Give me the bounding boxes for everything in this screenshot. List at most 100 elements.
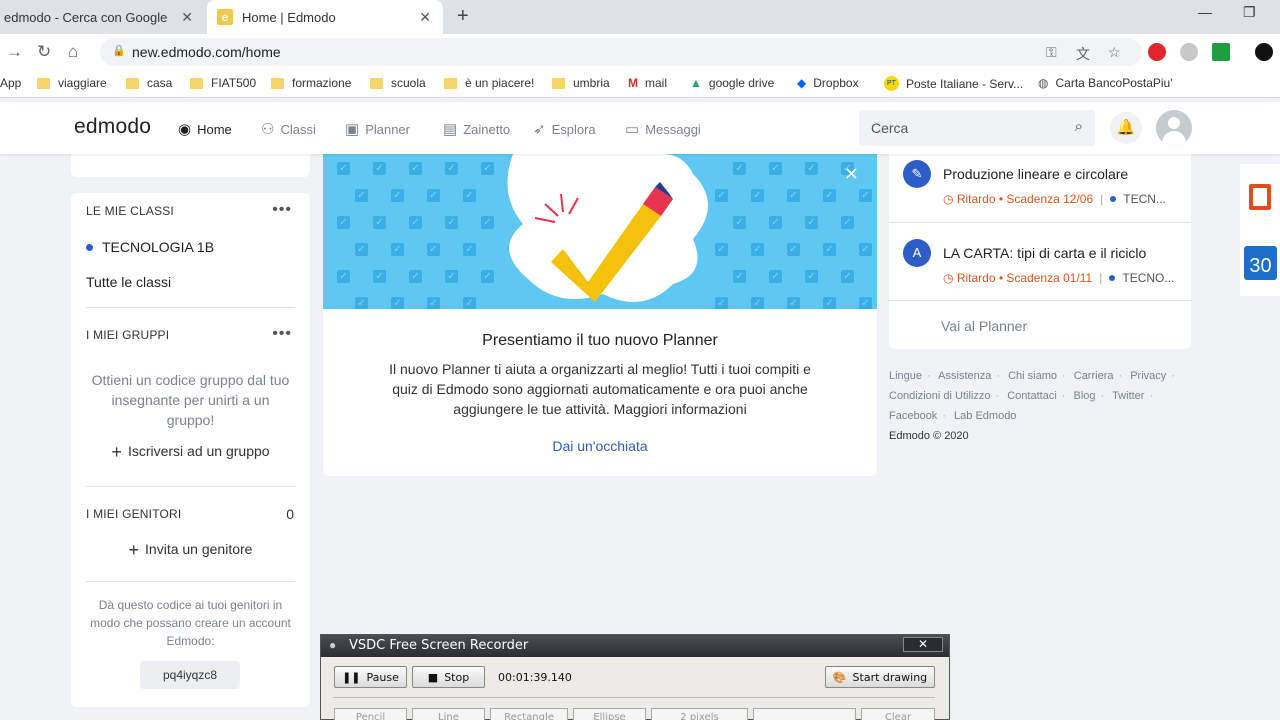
- notifications-icon[interactable]: 🔔: [1110, 112, 1142, 144]
- bookmark-folder[interactable]: scuola: [370, 76, 426, 90]
- class-item[interactable]: TECNOLOGIA 1B: [86, 239, 214, 255]
- restore-icon[interactable]: ❐: [1243, 4, 1256, 21]
- start-drawing-button[interactable]: 🎨 Start drawing: [825, 666, 935, 688]
- key-icon[interactable]: ⚿: [1046, 44, 1057, 61]
- browser-tab-edmodo[interactable]: e Home | Edmodo ✕: [207, 0, 443, 34]
- rectangle-tool[interactable]: Rectangle: [490, 708, 568, 720]
- planner-cta-link[interactable]: Dai un'occhiata: [323, 438, 877, 454]
- browser-tab-google[interactable]: edmodo - Cerca con Google ✕: [0, 0, 205, 34]
- pencil-tool[interactable]: Pencil: [334, 708, 407, 720]
- all-classes-link[interactable]: Tutte le classi: [86, 274, 171, 290]
- planner-illustration: [507, 154, 708, 302]
- pause-button[interactable]: ❚❚ Pause: [334, 666, 407, 688]
- join-group-link[interactable]: + Iscriversi ad un gruppo: [71, 442, 310, 463]
- footer-link[interactable]: Condizioni di Utilizzo: [889, 390, 991, 402]
- home-globe-icon: ◉: [178, 121, 192, 138]
- stroke-width-select[interactable]: 2 pixels: [651, 708, 748, 720]
- forward-icon[interactable]: →: [6, 42, 23, 62]
- nav-planner[interactable]: ▣ Planner: [345, 120, 410, 138]
- star-icon[interactable]: ☆: [1108, 44, 1121, 61]
- footer-link[interactable]: Carriera: [1074, 370, 1114, 382]
- opera-extension-icon[interactable]: [1148, 43, 1166, 61]
- home-icon[interactable]: ⌂: [68, 42, 78, 62]
- assignment-title: LA CARTA: tipi di carta e il riciclo: [943, 245, 1147, 261]
- parents-count: 0: [286, 506, 294, 522]
- folder-icon: [126, 77, 139, 89]
- nav-classes[interactable]: ⚇ Classi: [261, 120, 316, 138]
- bookmark-folder[interactable]: è un piacere!: [444, 76, 534, 90]
- folder-icon: [444, 77, 457, 89]
- footer-link[interactable]: Lingue: [889, 370, 922, 382]
- assignment-item[interactable]: ✎ Produzione lineare e circolare ◷ Ritar…: [889, 144, 1191, 221]
- url-text: new.edmodo.com/home: [132, 44, 281, 60]
- footer-link[interactable]: Blog: [1074, 390, 1096, 402]
- parents-hint: Dà questo codice ai tuoi genitori in mod…: [90, 598, 291, 648]
- avatar[interactable]: [1156, 110, 1192, 146]
- edmodo-header: edmodo ◉ Home ⚇ Classi ▣ Planner ▤ Zainetto …: [0, 102, 1280, 154]
- bookmark-carta[interactable]: ◍ Carta BancoPostaPiu': [1038, 76, 1173, 90]
- edmodo-logo[interactable]: edmodo: [74, 115, 151, 139]
- bookmark-gmail[interactable]: Mmail: [628, 76, 667, 90]
- profile-icon[interactable]: [1255, 43, 1273, 61]
- folder-icon: [552, 77, 565, 89]
- nav-messages[interactable]: ▭ Messaggi: [625, 120, 701, 138]
- recorder-titlebar: ● VSDC Free Screen Recorder ✕: [321, 635, 949, 657]
- close-icon[interactable]: ✕: [903, 637, 943, 652]
- footer-link[interactable]: Chi siamo: [1008, 370, 1057, 382]
- bookmark-apps[interactable]: App: [0, 76, 21, 90]
- office-icon[interactable]: [1249, 184, 1271, 210]
- translate-icon[interactable]: 文: [1076, 44, 1090, 64]
- footer-link[interactable]: Lab Edmodo: [954, 410, 1016, 422]
- search-input[interactable]: Cerca ⌕: [859, 110, 1095, 146]
- minimize-icon[interactable]: —: [1198, 4, 1212, 20]
- footer-link[interactable]: Contattaci: [1007, 390, 1057, 402]
- office-side-panel: 30: [1240, 164, 1280, 296]
- nav-explore[interactable]: ➶ Esplora: [533, 120, 596, 138]
- clear-button[interactable]: Clear: [861, 708, 935, 720]
- footer-link[interactable]: Privacy: [1130, 370, 1166, 382]
- extension-icon[interactable]: [1180, 43, 1198, 61]
- stop-button[interactable]: ■ Stop: [412, 666, 485, 688]
- close-tab-icon[interactable]: ✕: [419, 9, 431, 26]
- footer-link[interactable]: Assistenza: [938, 370, 991, 382]
- color-select[interactable]: [753, 708, 856, 720]
- ellipse-tool[interactable]: Ellipse: [573, 708, 646, 720]
- close-banner-icon[interactable]: ✕: [844, 164, 859, 185]
- line-tool[interactable]: Line: [412, 708, 485, 720]
- rocket-icon: ➶: [533, 121, 546, 138]
- upcoming-assignments-card: ✎ Produzione lineare e circolare ◷ Ritar…: [889, 140, 1191, 349]
- late-status: Ritardo: [956, 271, 996, 285]
- nav-backpack[interactable]: ▤ Zainetto: [443, 120, 510, 138]
- poste-icon: PT: [884, 76, 899, 91]
- bookmark-folder[interactable]: umbria: [552, 76, 610, 90]
- invite-parent-link[interactable]: + Invita un genitore: [71, 540, 310, 561]
- bookmark-folder[interactable]: formazione: [271, 76, 351, 90]
- go-to-planner-link[interactable]: Vai al Planner: [941, 318, 1027, 334]
- footer-link[interactable]: Twitter: [1112, 390, 1144, 402]
- planner-banner: ✓ ✓ ✓ ✓ ✓ ✓ ✓ ✓ ✓ ✓ ✓ ✓ ✓ ✓ ✓ ✓ ✓ ✓ ✓ ✓ ✓ ✓ ✓ ✓ ✓ ✓ ✓ ✓ ✓ ✓ ✓ ✓ ✓ ✓ ✓ ✓ ✓ ✓ ✓ ✓…: [323, 154, 877, 309]
- footer-link[interactable]: Facebook: [889, 410, 937, 422]
- folder-icon: [271, 77, 284, 89]
- address-bar[interactable]: 🔒 new.edmodo.com/home ⚿ 文 ☆: [100, 38, 1142, 66]
- bookmark-dropbox[interactable]: ◆ Dropbox: [797, 76, 859, 90]
- bookmark-folder[interactable]: viaggiare: [37, 76, 107, 90]
- tab-title: edmodo - Cerca con Google: [4, 9, 168, 25]
- bookmark-folder[interactable]: FIAT500: [190, 76, 256, 90]
- assignment-item[interactable]: A LA CARTA: tipi di carta e il riciclo ◷…: [889, 223, 1191, 300]
- elapsed-time: 00:01:39.140: [498, 671, 572, 684]
- nav-home[interactable]: ◉ Home: [178, 120, 232, 138]
- check-extension-icon[interactable]: [1212, 43, 1230, 61]
- calendar-icon[interactable]: 30: [1244, 246, 1277, 280]
- class-color-dot: [86, 243, 93, 251]
- bookmark-folder[interactable]: casa: [126, 76, 172, 90]
- bookmark-poste[interactable]: PT Poste Italiane - Serv...: [884, 76, 1023, 91]
- close-tab-icon[interactable]: ✕: [181, 9, 193, 26]
- new-tab-icon[interactable]: +: [457, 5, 469, 28]
- message-icon: ▭: [625, 121, 640, 138]
- bookmark-drive[interactable]: ▲ google drive: [690, 76, 774, 90]
- classes-more-icon[interactable]: •••: [272, 201, 292, 219]
- groups-more-icon[interactable]: •••: [272, 325, 292, 343]
- planner-title: Presentiamo il tuo nuovo Planner: [482, 332, 718, 349]
- parent-code-badge[interactable]: pq4iyqzc8: [140, 661, 240, 689]
- reload-icon[interactable]: ↻: [37, 42, 51, 62]
